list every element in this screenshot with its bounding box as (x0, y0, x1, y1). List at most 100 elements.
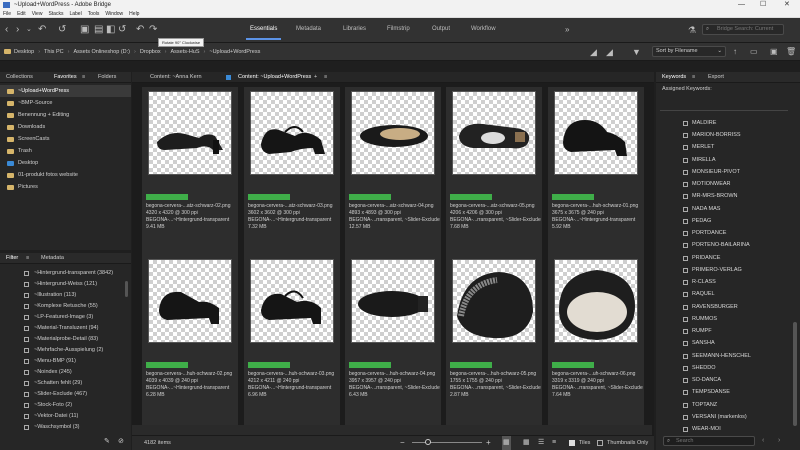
filter-icon[interactable]: ▼ (632, 46, 641, 58)
menu-edit[interactable]: Edit (17, 10, 26, 17)
checkbox[interactable] (24, 425, 29, 430)
rotate-counterclockwise-icon[interactable]: ↺ (118, 24, 126, 36)
filter-item[interactable]: ~Hintergrund-transparent (3842) (0, 268, 125, 279)
checkbox[interactable] (683, 133, 688, 138)
tab-folders[interactable]: Folders (98, 72, 116, 83)
checkbox[interactable] (683, 158, 688, 163)
menu-label[interactable]: Label (69, 10, 81, 17)
grid-view-icon[interactable]: ▦ (502, 436, 511, 450)
filter-item[interactable]: ~Illustration (113) (0, 290, 125, 301)
thumbnail-card[interactable]: begona-cervera-...huh-schwarz-03.png 421… (244, 255, 340, 426)
keyword-item[interactable]: TEMPSDANSE (656, 386, 792, 398)
favorite-item[interactable]: Downloads (0, 121, 131, 133)
zoom-in-icon[interactable]: + (486, 436, 491, 450)
keyword-item[interactable]: TOPTANZ (656, 399, 792, 411)
tab-keywords[interactable]: Keywords (662, 72, 686, 83)
undo-icon[interactable]: ↶ (136, 24, 144, 36)
filter-item[interactable]: ~Material-Transluzent (94) (0, 323, 125, 334)
checkbox[interactable] (24, 348, 29, 353)
checkbox[interactable] (683, 268, 688, 273)
thumbnail-image[interactable] (452, 91, 536, 175)
crumb-assets-hus[interactable]: Assets-HuS › (170, 49, 205, 55)
keywords-scrollbar[interactable] (793, 322, 797, 426)
thumbnail-card[interactable]: begona-cervera-...huh-schwarz-02.png 403… (142, 255, 238, 426)
checkbox[interactable] (683, 231, 688, 236)
clear-filter-icon[interactable]: ⊘ (118, 437, 124, 445)
checkbox[interactable] (683, 194, 688, 199)
crumb-dropbox[interactable]: Dropbox › (140, 49, 167, 55)
favorite-item[interactable]: ~BMP-Source (0, 97, 131, 109)
keyword-item[interactable]: MERLET (656, 141, 792, 153)
keyword-item[interactable]: NADA MAS (656, 203, 792, 215)
tab-workflow[interactable]: Workflow (471, 26, 496, 32)
keyword-item[interactable]: MOTIONWEAR (656, 178, 792, 190)
keyword-search-input[interactable]: ⌕ Search (663, 436, 755, 446)
keyword-item[interactable]: MARION-BORRISS (656, 129, 792, 141)
filter-item[interactable]: ~Stock-Foto (2) (0, 400, 125, 411)
thumbnail-image[interactable] (148, 91, 232, 175)
filter-item[interactable]: ~Noindex (245) (0, 367, 125, 378)
tab-favorites[interactable]: Favorites (54, 72, 77, 83)
tab-filmstrip[interactable]: Filmstrip (387, 26, 410, 32)
checkbox[interactable] (24, 414, 29, 419)
checkbox[interactable] (24, 282, 29, 287)
menu-tools[interactable]: Tools (88, 10, 100, 17)
checkbox[interactable] (24, 293, 29, 298)
panel-menu-icon[interactable]: ≡ (26, 253, 29, 264)
filter-item[interactable]: ~Schatten fehlt (29) (0, 378, 125, 389)
checkbox[interactable] (683, 280, 688, 285)
maximize-button[interactable]: ☐ (760, 0, 766, 10)
thumbnail-view-icon[interactable]: ▦ (523, 436, 530, 450)
thumbnail-card[interactable]: begona-cervera-...uh-schwarz-06.png 3319… (548, 255, 644, 426)
zoom-out-icon[interactable]: − (400, 436, 405, 450)
return-to-photoshop-icon[interactable]: ↺ (58, 24, 66, 36)
thumbnail-size-slider[interactable] (412, 442, 482, 443)
panel-menu-icon[interactable]: ≡ (692, 72, 695, 83)
pin-icon[interactable]: ✎ (104, 437, 110, 445)
checkbox[interactable] (683, 170, 688, 175)
filter-item[interactable]: ~Mehrfache-Ausspielung (2) (0, 345, 125, 356)
checkbox[interactable] (683, 378, 688, 383)
keyword-item[interactable]: RAVENSBURGER (656, 301, 792, 313)
back-icon[interactable]: ‹ (5, 24, 8, 36)
sort-select[interactable]: Sort by Filename ⌄ (652, 46, 726, 57)
refine-icon[interactable]: ▤ (94, 24, 103, 36)
thumbnail-image[interactable] (250, 259, 334, 343)
checkbox[interactable] (683, 256, 688, 261)
menu-file[interactable]: File (3, 10, 11, 17)
thumbnail-image[interactable] (351, 91, 435, 175)
thumbnail-card[interactable]: begona-cervera-...atz-schwarz-04.png 489… (345, 87, 441, 258)
favorite-item[interactable]: ~Upload+WordPress (0, 85, 131, 97)
bridge-search-input[interactable]: ⌕ Bridge Search: Current (702, 24, 784, 35)
keyword-item[interactable]: MALDIRE (656, 117, 792, 129)
checkbox[interactable] (683, 403, 688, 408)
thumbnail-image[interactable] (351, 259, 435, 343)
keyword-item[interactable]: MIRELLA (656, 154, 792, 166)
checkbox[interactable] (24, 337, 29, 342)
thumbnail-image[interactable] (452, 259, 536, 343)
checkbox[interactable] (683, 329, 688, 334)
checkbox[interactable] (24, 370, 29, 375)
crumb-this-pc[interactable]: This PC › (44, 49, 69, 55)
tab-filter[interactable]: Filter (6, 253, 18, 264)
thumbnail-card[interactable]: begona-cervera-...huh-schwarz-01.png 367… (548, 87, 644, 258)
favorite-item[interactable]: Desktop (0, 157, 131, 169)
tab-content-anna-kern[interactable]: Content: ~Anna Kern (150, 72, 202, 83)
menu-view[interactable]: View (32, 10, 43, 17)
sort-order-icon[interactable]: ↑ (733, 46, 737, 58)
thumbnail-image[interactable] (554, 259, 638, 343)
list-view-icon[interactable]: ≡ (552, 436, 556, 450)
menu-stacks[interactable]: Stacks (48, 10, 63, 17)
thumbnail-card[interactable]: begona-cervera-...huh-schwarz-04.png 395… (345, 255, 441, 426)
checkbox[interactable] (683, 292, 688, 297)
crumb-drive[interactable]: Assets Onlineshop (D:) › (73, 49, 135, 55)
favorite-item[interactable]: 01-produkt fotos website (0, 169, 131, 181)
checkbox[interactable] (683, 390, 688, 395)
keyword-item[interactable]: SHEDDO (656, 362, 792, 374)
open-recent-icon[interactable]: ▣ (770, 46, 778, 58)
filter-scrollbar[interactable] (125, 281, 128, 297)
checkbox[interactable] (683, 182, 688, 187)
checkbox[interactable] (683, 243, 688, 248)
favorite-item[interactable]: Benennung + Editing (0, 109, 131, 121)
keyword-item[interactable]: PRIMERO-VERLAG (656, 264, 792, 276)
